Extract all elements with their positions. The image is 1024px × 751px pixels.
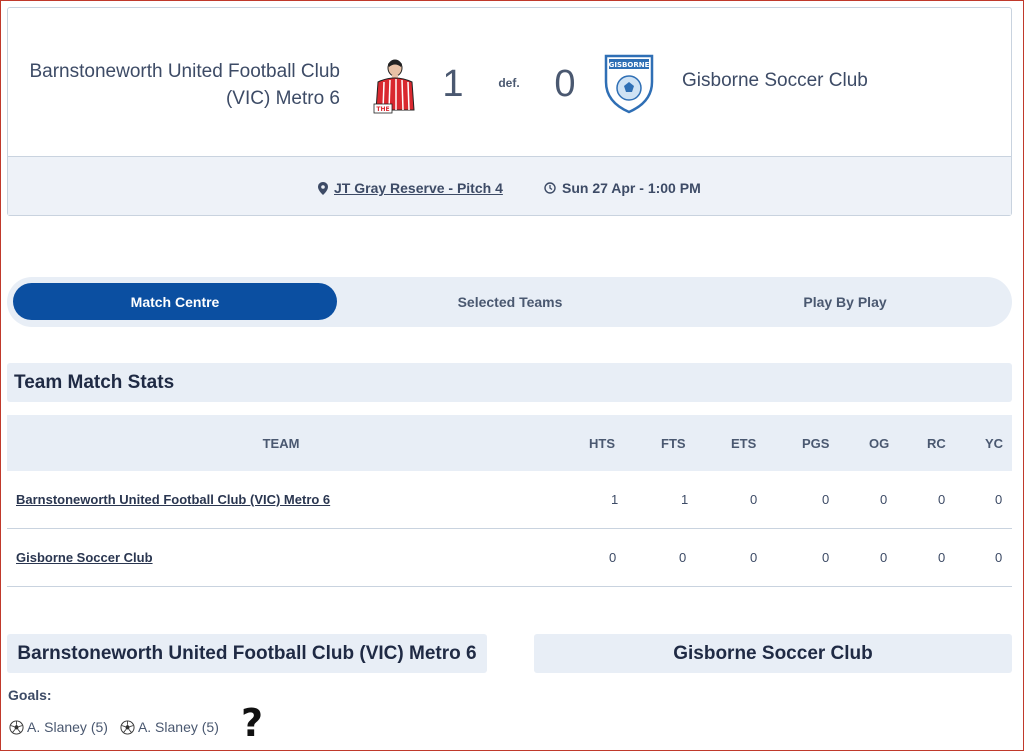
goal-scorer: A. Slaney (5) (27, 719, 108, 735)
home-score: 1 (442, 63, 464, 105)
match-tabs: Match Centre Selected Teams Play By Play (7, 277, 1012, 327)
map-pin-icon (318, 181, 328, 195)
question-mark-annotation: ? (241, 701, 264, 745)
home-team-logo: THE (373, 59, 415, 114)
away-score: 0 (554, 63, 576, 105)
home-team-name[interactable]: Barnstoneworth United Football Club (VIC… (28, 58, 340, 112)
match-time-info: Sun 27 Apr - 1:00 PM (544, 180, 701, 196)
venue-link[interactable]: JT Gray Reserve - Pitch 4 (334, 180, 503, 196)
tab-selected-teams[interactable]: Selected Teams (348, 283, 672, 320)
goals-label: Goals: (8, 687, 52, 703)
home-logo-text: THE (376, 106, 389, 113)
col-fts: FTS (661, 435, 686, 451)
match-datetime: Sun 27 Apr - 1:00 PM (562, 180, 701, 196)
stat-ets: 0 (750, 492, 758, 507)
soccer-ball-icon (120, 719, 135, 735)
away-team-logo: GISBORNE (604, 54, 654, 114)
stat-rc: 0 (938, 492, 946, 507)
stat-og: 0 (880, 550, 888, 565)
match-details-bar: JT Gray Reserve - Pitch 4 Sun 27 Apr - 1… (8, 156, 1011, 215)
col-ets: ETS (731, 435, 757, 451)
stats-table-header: TEAM HTS FTS ETS PGS OG RC YC (7, 415, 1012, 471)
stat-pgs: 0 (822, 492, 830, 507)
col-yc: YC (985, 435, 1004, 451)
list-item: A. Slaney (5) (9, 719, 108, 735)
result-label: def. (498, 76, 520, 90)
stat-rc: 0 (938, 550, 946, 565)
stat-yc: 0 (995, 550, 1003, 565)
stat-pgs: 0 (822, 550, 830, 565)
soccer-ball-icon (9, 719, 24, 735)
stat-hts: 1 (611, 492, 619, 507)
away-team-panel-title: Gisborne Soccer Club (534, 634, 1012, 673)
goal-scorer: A. Slaney (5) (137, 719, 219, 735)
table-row: Gisborne Soccer Club 0 0 0 0 0 0 0 (7, 529, 1012, 587)
list-item: A. Slaney (5) (120, 719, 219, 735)
col-hts: HTS (589, 435, 615, 451)
stat-fts: 1 (681, 492, 689, 507)
stat-fts: 0 (679, 550, 687, 565)
stat-hts: 0 (609, 550, 617, 565)
stat-yc: 0 (995, 492, 1003, 507)
away-team-name[interactable]: Gisborne Soccer Club (682, 70, 868, 92)
away-logo-text: GISBORNE (609, 61, 650, 69)
team-match-stats-title: Team Match Stats (7, 363, 1012, 402)
tab-play-by-play[interactable]: Play By Play (683, 283, 1007, 320)
col-rc: RC (927, 435, 946, 451)
stat-ets: 0 (750, 550, 758, 565)
col-team: TEAM (262, 435, 300, 451)
venue-info: JT Gray Reserve - Pitch 4 (318, 180, 503, 196)
stats-team-link[interactable]: Gisborne Soccer Club (16, 550, 153, 565)
table-row: Barnstoneworth United Football Club (VIC… (7, 471, 1012, 529)
col-og: OG (869, 435, 890, 451)
clock-icon (544, 182, 556, 194)
match-summary-card: Barnstoneworth United Football Club (VIC… (7, 7, 1012, 216)
stats-team-link[interactable]: Barnstoneworth United Football Club (VIC… (16, 492, 330, 507)
col-pgs: PGS (802, 435, 830, 451)
home-team-panel-title: Barnstoneworth United Football Club (VIC… (7, 634, 487, 673)
tab-match-centre[interactable]: Match Centre (13, 283, 337, 320)
match-scoreboard: Barnstoneworth United Football Club (VIC… (8, 8, 1011, 156)
stat-og: 0 (880, 492, 888, 507)
goal-list: A. Slaney (5) A. Slaney (5) (9, 719, 231, 735)
